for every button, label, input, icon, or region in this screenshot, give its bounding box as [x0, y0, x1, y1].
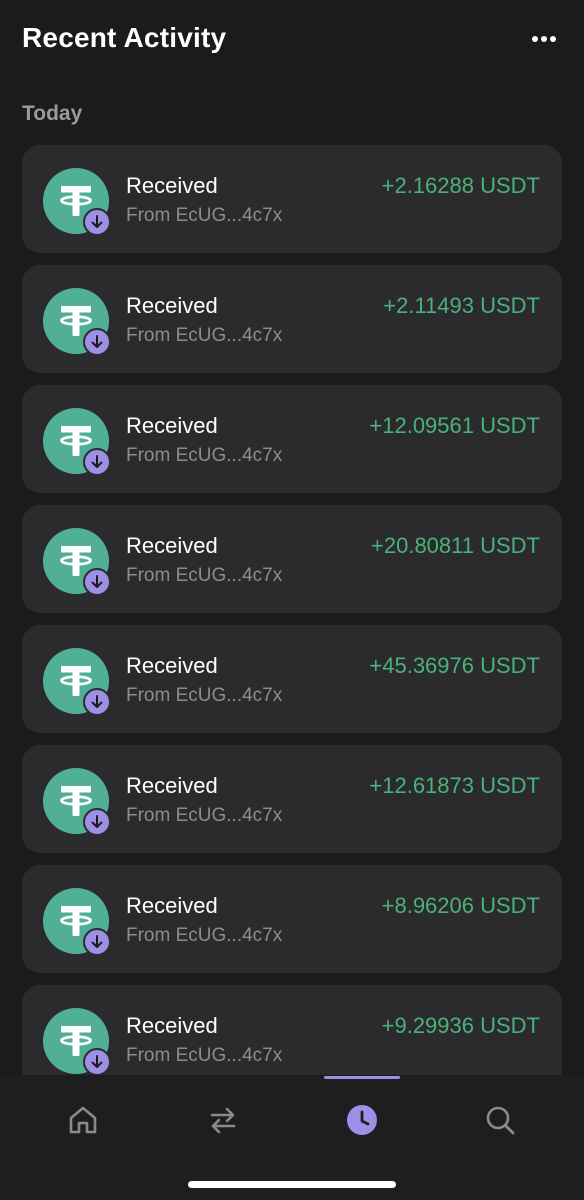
usdt-token-icon	[43, 528, 111, 596]
transaction-card[interactable]: Received From EcUG...4c7x +2.16288 USDT	[22, 145, 562, 253]
transaction-card[interactable]: Received From EcUG...4c7x +12.09561 USDT	[22, 385, 562, 493]
transaction-sender: From EcUG...4c7x	[126, 325, 283, 346]
transaction-type: Received	[126, 533, 218, 558]
transaction-sender: From EcUG...4c7x	[126, 445, 283, 466]
transaction-sender: From EcUG...4c7x	[126, 805, 283, 826]
more-options-button[interactable]	[526, 28, 562, 50]
transaction-amount: +2.16288 USDT	[381, 173, 540, 198]
swap-icon	[210, 1107, 236, 1134]
transaction-amount: +12.61873 USDT	[369, 773, 540, 798]
transaction-type: Received	[126, 773, 218, 798]
usdt-token-icon	[43, 1008, 111, 1075]
tab-search[interactable]	[462, 1090, 538, 1150]
transaction-amount: +8.96206 USDT	[381, 893, 540, 918]
transaction-card[interactable]: Received From EcUG...4c7x +12.61873 USDT	[22, 745, 562, 853]
transaction-type: Received	[126, 653, 218, 678]
tab-home[interactable]	[45, 1090, 121, 1150]
usdt-token-icon	[43, 288, 111, 356]
usdt-token-icon	[43, 168, 111, 236]
usdt-token-icon	[43, 888, 111, 956]
transaction-amount: +45.36976 USDT	[369, 653, 540, 678]
transaction-card[interactable]: Received From EcUG...4c7x +8.96206 USDT	[22, 865, 562, 973]
transaction-amount: +20.80811 USDT	[371, 533, 540, 558]
usdt-token-icon	[43, 648, 111, 716]
tab-swap[interactable]	[185, 1090, 261, 1150]
received-arrow-icon	[83, 328, 111, 356]
clock-icon	[347, 1105, 377, 1135]
transaction-amount: +9.29936 USDT	[381, 1013, 540, 1038]
transaction-card[interactable]: Received From EcUG...4c7x +2.11493 USDT	[22, 265, 562, 373]
transaction-sender: From EcUG...4c7x	[126, 685, 283, 706]
search-icon	[486, 1106, 515, 1135]
transaction-type: Received	[126, 293, 218, 318]
home-indicator	[188, 1181, 396, 1188]
header: Recent Activity	[0, 0, 584, 80]
received-arrow-icon	[83, 568, 111, 596]
transaction-card[interactable]: Received From EcUG...4c7x +45.36976 USDT	[22, 625, 562, 733]
transaction-type: Received	[126, 173, 218, 198]
transaction-card[interactable]: Received From EcUG...4c7x +9.29936 USDT	[22, 985, 562, 1075]
usdt-token-icon	[43, 408, 111, 476]
transaction-type: Received	[126, 893, 218, 918]
more-dot-icon	[550, 36, 556, 42]
activity-list[interactable]: Received From EcUG...4c7x +2.16288 USDT …	[22, 145, 562, 1075]
transaction-amount: +2.11493 USDT	[383, 293, 540, 318]
app-root: Recent Activity Today Received From EcUG…	[0, 0, 584, 1200]
transaction-sender: From EcUG...4c7x	[126, 205, 283, 226]
home-icon	[69, 1106, 97, 1134]
transaction-sender: From EcUG...4c7x	[126, 925, 283, 946]
transaction-sender: From EcUG...4c7x	[126, 1045, 283, 1066]
usdt-token-icon	[43, 768, 111, 836]
received-arrow-icon	[83, 688, 111, 716]
page-title: Recent Activity	[22, 22, 227, 53]
more-dot-icon	[541, 36, 547, 42]
received-arrow-icon	[83, 808, 111, 836]
transaction-type: Received	[126, 1013, 218, 1038]
received-arrow-icon	[83, 1048, 111, 1075]
transaction-type: Received	[126, 413, 218, 438]
transaction-card[interactable]: Received From EcUG...4c7x +20.80811 USDT	[22, 505, 562, 613]
received-arrow-icon	[83, 928, 111, 956]
section-label-today: Today	[22, 102, 83, 125]
received-arrow-icon	[83, 448, 111, 476]
transaction-amount: +12.09561 USDT	[369, 413, 540, 438]
more-dot-icon	[532, 36, 538, 42]
transaction-sender: From EcUG...4c7x	[126, 565, 283, 586]
tab-activity[interactable]	[324, 1090, 400, 1150]
received-arrow-icon	[83, 208, 111, 236]
active-tab-indicator	[324, 1076, 400, 1079]
